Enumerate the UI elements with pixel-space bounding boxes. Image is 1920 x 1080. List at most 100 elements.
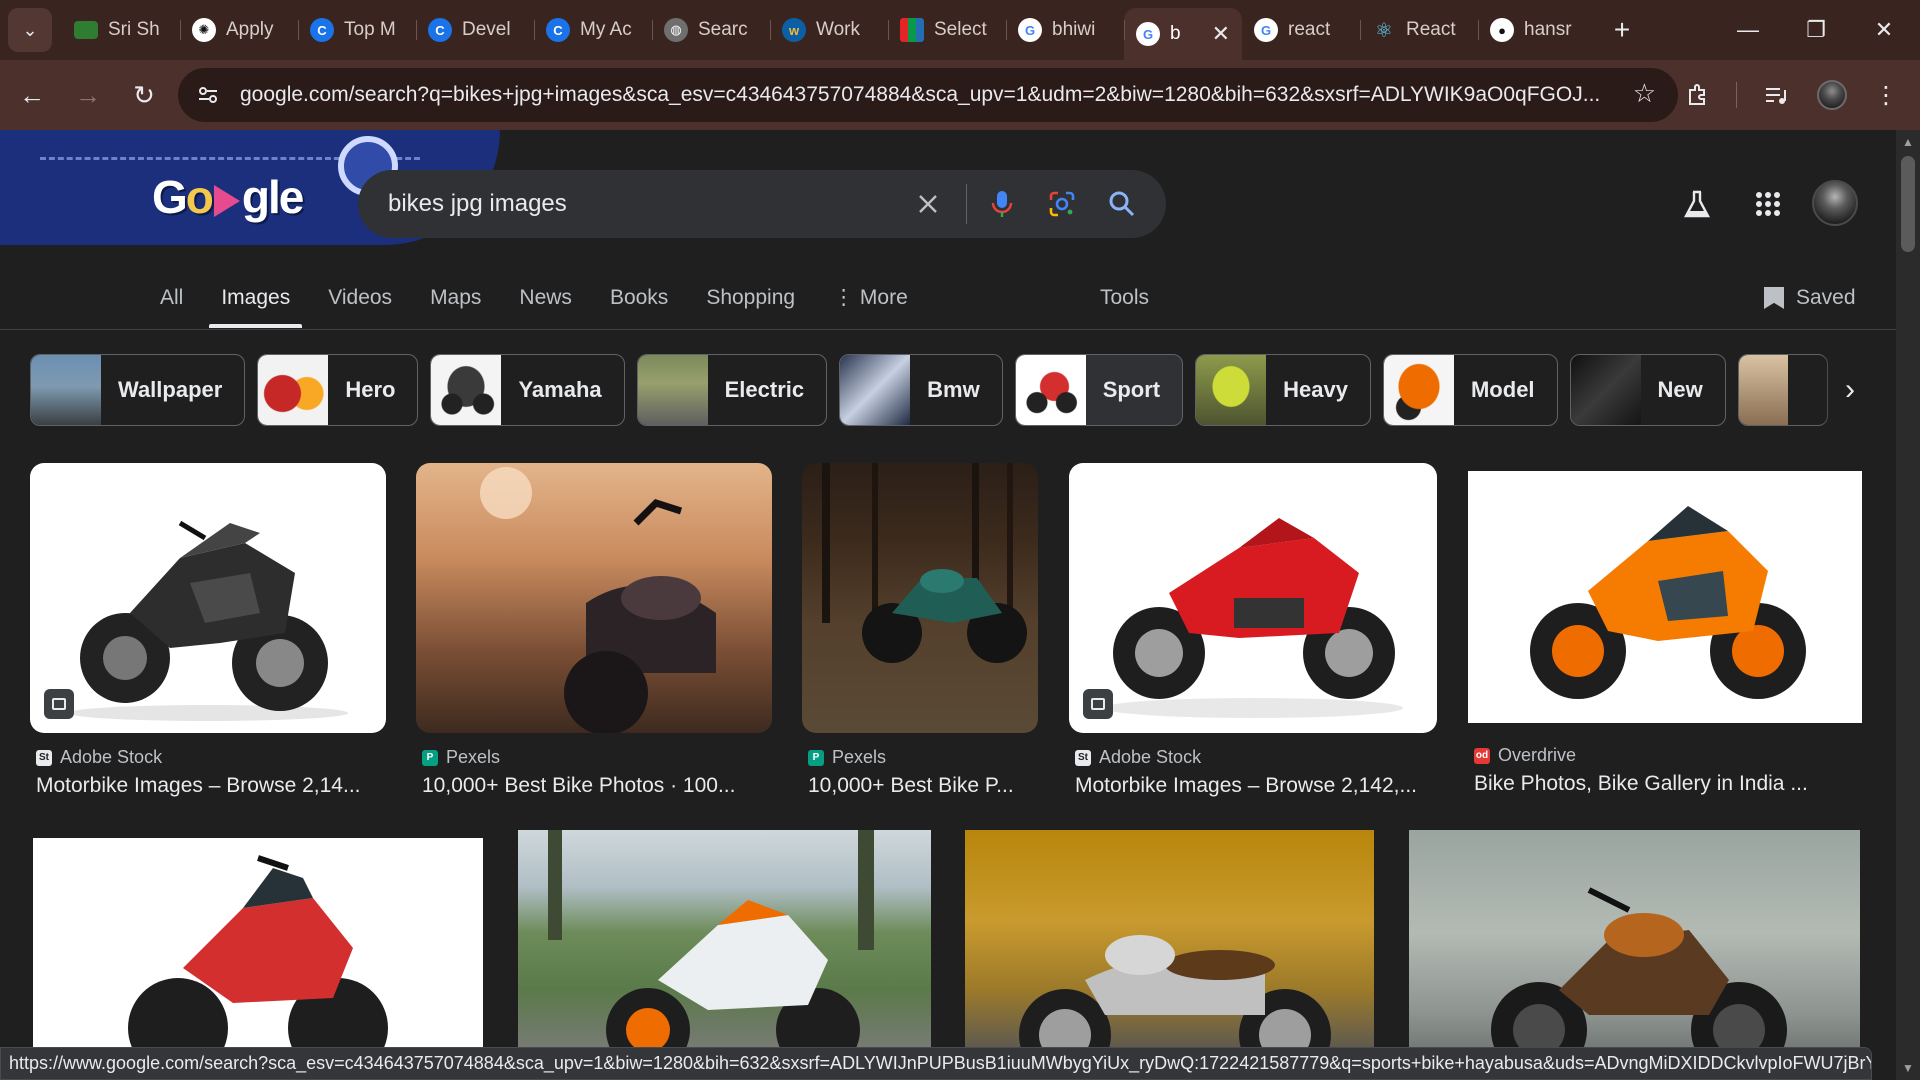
c-favicon-icon: C (310, 18, 334, 42)
browser-tab[interactable]: ⚛ React (1360, 8, 1478, 52)
image-result[interactable]: od Overdrive Bike Photos, Bike Gallery in… (1468, 471, 1862, 796)
chip-partial[interactable] (1737, 354, 1828, 426)
image-result[interactable] (1409, 830, 1860, 1058)
new-tab-button[interactable]: + (1602, 10, 1642, 50)
chip-electric[interactable]: Electric (636, 354, 828, 426)
restore-icon[interactable]: ❐ (1782, 0, 1850, 60)
result-image[interactable] (416, 463, 772, 733)
media-controls-icon[interactable] (1752, 71, 1800, 119)
tab-books[interactable]: Books (610, 278, 668, 328)
browser-tab[interactable]: ◍ Searc (652, 8, 770, 52)
result-source[interactable]: P Pexels (808, 747, 1038, 768)
saved-button[interactable]: Saved (1764, 278, 1856, 318)
result-image[interactable] (1409, 830, 1860, 1058)
result-image[interactable] (802, 463, 1038, 733)
scroll-down-icon[interactable]: ▼ (1896, 1058, 1920, 1078)
chip-thumbnail (1196, 355, 1267, 425)
image-icon (52, 698, 66, 710)
browser-tab[interactable]: C Devel (416, 8, 534, 52)
google-lens-icon[interactable] (1040, 182, 1084, 226)
image-result[interactable] (965, 830, 1374, 1058)
tab-more[interactable]: ⋮ More (833, 278, 908, 328)
bookmark-star-icon[interactable]: ☆ (1633, 78, 1656, 109)
browser-tab[interactable]: G bhiwi (1006, 8, 1124, 52)
chip-thumbnail (1383, 355, 1454, 425)
browser-tab[interactable]: C My Ac (534, 8, 652, 52)
result-image[interactable] (1069, 463, 1437, 733)
chip-yamaha[interactable]: Yamaha (430, 354, 625, 426)
github-favicon-icon: ● (1490, 18, 1514, 42)
search-input[interactable]: bikes jpg images (388, 190, 567, 218)
result-source[interactable]: St Adobe Stock (1075, 747, 1437, 768)
browser-tab[interactable]: Select (888, 8, 1006, 52)
profile-button[interactable] (1808, 71, 1856, 119)
overdrive-favicon-icon: od (1474, 747, 1490, 764)
account-avatar[interactable] (1812, 180, 1858, 226)
search-box[interactable]: bikes jpg images (358, 170, 1166, 238)
chip-new[interactable]: New (1569, 354, 1726, 426)
image-result[interactable] (518, 830, 931, 1058)
chip-hero[interactable]: Hero (257, 354, 419, 426)
tools-button[interactable]: Tools (1100, 278, 1149, 318)
tab-search-button[interactable]: ⌄ (8, 8, 52, 52)
close-window-icon[interactable]: ✕ (1850, 0, 1918, 60)
image-result[interactable] (33, 838, 483, 1058)
result-title[interactable]: Motorbike Images – Browse 2,142,... (1075, 774, 1437, 798)
chip-bmw[interactable]: Bmw (839, 354, 1003, 426)
labs-flask-icon[interactable] (1673, 180, 1721, 228)
browser-tab[interactable]: w Work (770, 8, 888, 52)
result-image[interactable] (33, 838, 483, 1058)
tab-maps[interactable]: Maps (430, 278, 481, 328)
browser-tab[interactable]: ● hansr (1478, 8, 1596, 52)
minimize-icon[interactable]: — (1714, 0, 1782, 60)
result-image[interactable] (30, 463, 386, 733)
result-image[interactable] (1468, 471, 1862, 723)
url-text[interactable]: google.com/search?q=bikes+jpg+images&sca… (240, 83, 1600, 107)
result-title[interactable]: 10,000+ Best Bike Photos · 100... (422, 774, 772, 798)
result-source[interactable]: St Adobe Stock (36, 747, 386, 768)
browser-tab[interactable]: Sri Sh (62, 8, 180, 52)
result-source[interactable]: P Pexels (422, 747, 772, 768)
search-icon[interactable] (1100, 182, 1144, 226)
scrollbar-thumb[interactable] (1901, 156, 1915, 252)
result-image[interactable] (965, 830, 1374, 1058)
chip-heavy[interactable]: Heavy (1195, 354, 1371, 426)
chips-next-button[interactable]: › (1820, 354, 1880, 426)
page-scrollbar[interactable]: ▲ ▼ (1896, 130, 1920, 1080)
image-result[interactable]: P Pexels 10,000+ Best Bike P... (802, 463, 1038, 798)
chip-wallpaper[interactable]: Wallpaper (30, 354, 246, 426)
tab-news[interactable]: News (519, 278, 572, 328)
result-source[interactable]: od Overdrive (1474, 745, 1862, 766)
tab-videos[interactable]: Videos (328, 278, 392, 328)
back-button[interactable]: ← (8, 71, 56, 119)
browser-tab[interactable]: ✺ Apply (180, 8, 298, 52)
extensions-icon[interactable] (1674, 71, 1722, 119)
tab-all[interactable]: All (160, 278, 183, 328)
zoho-favicon-icon (900, 18, 924, 42)
react-favicon-icon: ⚛ (1375, 19, 1393, 42)
microphone-icon[interactable] (980, 182, 1024, 226)
browser-tab-active[interactable]: G b ✕ (1124, 8, 1242, 60)
close-tab-icon[interactable]: ✕ (1212, 21, 1230, 47)
result-title[interactable]: 10,000+ Best Bike P... (808, 774, 1038, 798)
menu-kebab-icon[interactable]: ⋮ (1862, 71, 1910, 119)
result-image[interactable] (518, 830, 931, 1058)
image-result[interactable]: St Adobe Stock Motorbike Images – Browse … (30, 463, 386, 798)
result-title[interactable]: Bike Photos, Bike Gallery in India ... (1474, 772, 1862, 796)
clear-search-icon[interactable] (906, 182, 950, 226)
chip-model[interactable]: Model (1382, 354, 1558, 426)
tab-shopping[interactable]: Shopping (706, 278, 795, 328)
apps-grid-icon[interactable] (1744, 180, 1792, 228)
scroll-up-icon[interactable]: ▲ (1896, 132, 1920, 152)
result-title[interactable]: Motorbike Images – Browse 2,14... (36, 774, 386, 798)
forward-button[interactable]: → (64, 71, 112, 119)
reload-button[interactable]: ↻ (120, 71, 168, 119)
image-result[interactable]: St Adobe Stock Motorbike Images – Browse … (1069, 463, 1437, 798)
browser-tab[interactable]: C Top M (298, 8, 416, 52)
image-result[interactable]: P Pexels 10,000+ Best Bike Photos · 100..… (416, 463, 772, 798)
browser-tab[interactable]: G react (1242, 8, 1360, 52)
tab-images[interactable]: Images (209, 278, 303, 328)
address-bar[interactable]: google.com/search?q=bikes+jpg+images&sca… (178, 68, 1678, 122)
chip-sport[interactable]: Sport (1014, 354, 1184, 426)
site-info-icon[interactable] (186, 73, 230, 117)
